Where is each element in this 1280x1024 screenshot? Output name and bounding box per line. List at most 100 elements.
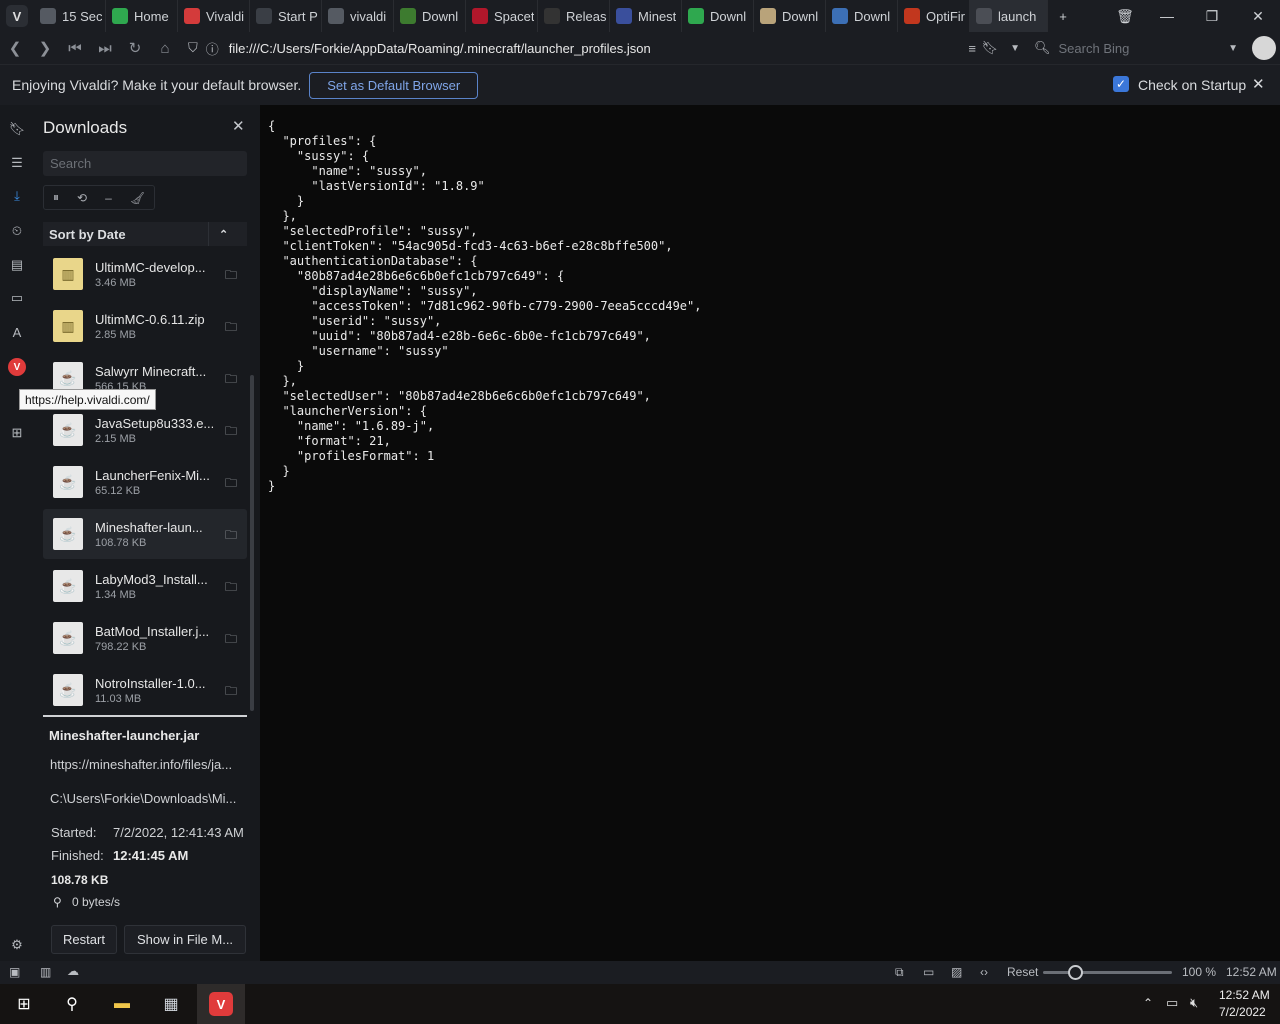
download-item[interactable]: ☕ NotroInstaller-1.0... 11.03 MB 🗀 [43,665,247,715]
download-name: Salwyrr Minecraft... [95,363,207,379]
check-on-startup-checkbox[interactable]: ✓ [1113,76,1129,92]
back-button[interactable]: ❮ [0,32,30,64]
tab-3[interactable]: Start P [250,0,322,32]
network-icon[interactable]: ▭ [1166,995,1178,1011]
tray-overflow-icon[interactable]: ⌃ [1143,996,1153,1010]
forward-button[interactable]: ❯ [30,32,60,64]
open-folder-icon[interactable]: 🗀 [225,682,239,698]
url-field[interactable]: ⛉ ⓘ file:///C:/Users/Forkie/AppData/Roam… [188,36,1026,60]
set-default-browser-button[interactable]: Set as Default Browser [309,71,479,99]
download-item[interactable]: ▥ UltimMC-develop... 3.46 MB 🗀 [43,249,247,299]
download-item[interactable]: ☕ BatMod_Installer.j... 798.22 KB 🗀 [43,613,247,663]
add-web-panel-icon[interactable]: ⊞ [8,424,26,442]
sort-by-date-header[interactable]: Sort by Date ⌃ [43,222,247,246]
vivaldi-help-icon[interactable]: V [8,358,26,376]
pause-icon[interactable]: ⏸ [53,190,59,205]
restart-button[interactable]: Restart [51,925,117,954]
profile-avatar-icon[interactable] [1252,36,1276,60]
open-folder-icon[interactable]: 🗀 [225,370,239,386]
retry-icon[interactable]: ⟲ [77,191,87,205]
info-icon[interactable]: ⓘ [206,39,219,58]
open-folder-icon[interactable]: 🗀 [225,630,239,646]
download-item[interactable]: ☕ JavaSetup8u333.e... 2.15 MB 🗀 [43,405,247,455]
details-url[interactable]: https://mineshafter.info/files/ja... [50,757,240,772]
open-folder-icon[interactable]: 🗀 [225,318,239,334]
trash-icon[interactable]: 🗑 [1103,0,1147,32]
status-clock: 12:52 AM [1226,965,1277,979]
bookmark-icon[interactable]: 🔖︎ [981,40,998,56]
details-path[interactable]: C:\Users\Forkie\Downloads\Mi... [50,791,240,806]
window-panel-icon[interactable]: ▭ [8,289,26,307]
reader-view-icon[interactable]: ≡ [968,41,976,56]
panel-toggle-icon[interactable]: ▣ [9,965,20,979]
tab-7[interactable]: Releas [538,0,610,32]
shield-icon[interactable]: ⛉ [188,40,198,56]
download-item[interactable]: ▥ UltimMC-0.6.11.zip 2.85 MB 🗀 [43,301,247,351]
control-panel-icon[interactable]: ▦ [147,984,195,1024]
search-engine-field[interactable]: 🔍︎ Search Bing ▼ [1034,36,1244,60]
open-folder-icon[interactable]: 🗀 [225,266,239,282]
tab-4[interactable]: vivaldi [322,0,394,32]
maximize-button[interactable]: ❐ [1190,0,1234,32]
reload-button[interactable]: ↻ [120,32,150,64]
history-panel-icon[interactable]: ⏲ [8,222,26,240]
tab-11[interactable]: Downl [826,0,898,32]
windows-start-icon[interactable]: ⊞ [0,984,48,1024]
bookmarks-panel-icon[interactable]: 🔖︎ [8,120,26,138]
tab-0[interactable]: 15 Sec [34,0,106,32]
tab-8[interactable]: Minest [610,0,682,32]
window-size-icon[interactable]: ▭ [923,965,934,979]
rewind-button[interactable]: ⏮ [60,32,90,64]
fast-forward-button[interactable]: ⏭ [90,32,120,64]
tile-tabs-icon[interactable]: ▥ [40,965,51,979]
tab-10[interactable]: Downl [754,0,826,32]
reading-list-icon[interactable]: ☰ [8,154,26,172]
downloads-panel-icon[interactable]: ⤓ [8,187,26,205]
tab-9[interactable]: Downl [682,0,754,32]
open-folder-icon[interactable]: 🗀 [225,474,239,490]
sort-chevron-up-icon[interactable]: ⌃ [219,228,228,241]
tab-13[interactable]: launch [970,0,1048,32]
close-notification-icon[interactable]: ✕ [1252,75,1265,93]
taskbar-date[interactable]: 7/2/2022 [1219,1005,1266,1019]
home-button[interactable]: ⌂ [150,32,180,64]
close-window-button[interactable]: ✕ [1236,0,1280,32]
file-explorer-icon[interactable]: ▬ [98,984,146,1024]
page-actions-icon[interactable]: ‹› [980,965,988,979]
translate-panel-icon[interactable]: A [8,323,26,341]
minimize-button[interactable]: — [1145,0,1189,32]
show-in-file-manager-button[interactable]: Show in File M... [124,925,246,954]
zoom-slider-handle[interactable] [1068,965,1084,980]
remove-icon[interactable]: – [105,191,112,205]
capture-icon[interactable]: ⧉ [895,965,904,980]
tab-12[interactable]: OptiFir [898,0,970,32]
tab-2[interactable]: Vivaldi [178,0,250,32]
image-toggle-icon[interactable]: ▨ [951,965,962,979]
tab-6[interactable]: Spacet [466,0,538,32]
vivaldi-taskbar-icon[interactable]: V [197,984,245,1024]
zoom-reset-button[interactable]: Reset [1007,965,1038,979]
open-folder-icon[interactable]: 🗀 [225,526,239,542]
settings-gear-icon[interactable]: ⚙ [8,936,26,954]
download-item[interactable]: ☕ Mineshafter-laun... 108.78 KB 🗀 [43,509,247,559]
open-folder-icon[interactable]: 🗀 [225,578,239,594]
zoom-slider[interactable] [1043,971,1172,974]
close-panel-icon[interactable]: ✕ [232,117,245,135]
sync-cloud-icon[interactable]: ☁ [67,964,79,978]
download-item[interactable]: ☕ LauncherFenix-Mi... 65.12 KB 🗀 [43,457,247,507]
vivaldi-menu-icon[interactable]: V [6,5,28,27]
notes-panel-icon[interactable]: ▤ [8,256,26,274]
tab-5[interactable]: Downl [394,0,466,32]
dropdown-icon[interactable]: ▼ [1010,43,1020,54]
new-tab-button[interactable]: + [1048,0,1078,32]
downloads-scrollbar[interactable] [250,375,254,711]
taskbar-time[interactable]: 12:52 AM [1219,988,1270,1002]
download-item[interactable]: ☕ LabyMod3_Install... 1.34 MB 🗀 [43,561,247,611]
search-dropdown-icon[interactable]: ▼ [1228,43,1238,54]
downloads-search-input[interactable]: Search [43,151,247,176]
taskbar-search-icon[interactable]: ⚲ [48,984,96,1024]
open-folder-icon[interactable]: 🗀 [225,422,239,438]
volume-muted-icon[interactable]: 🔇︎ [1190,995,1198,1011]
tab-1[interactable]: Home [106,0,178,32]
clear-icon[interactable]: 🧹︎ [130,191,145,205]
